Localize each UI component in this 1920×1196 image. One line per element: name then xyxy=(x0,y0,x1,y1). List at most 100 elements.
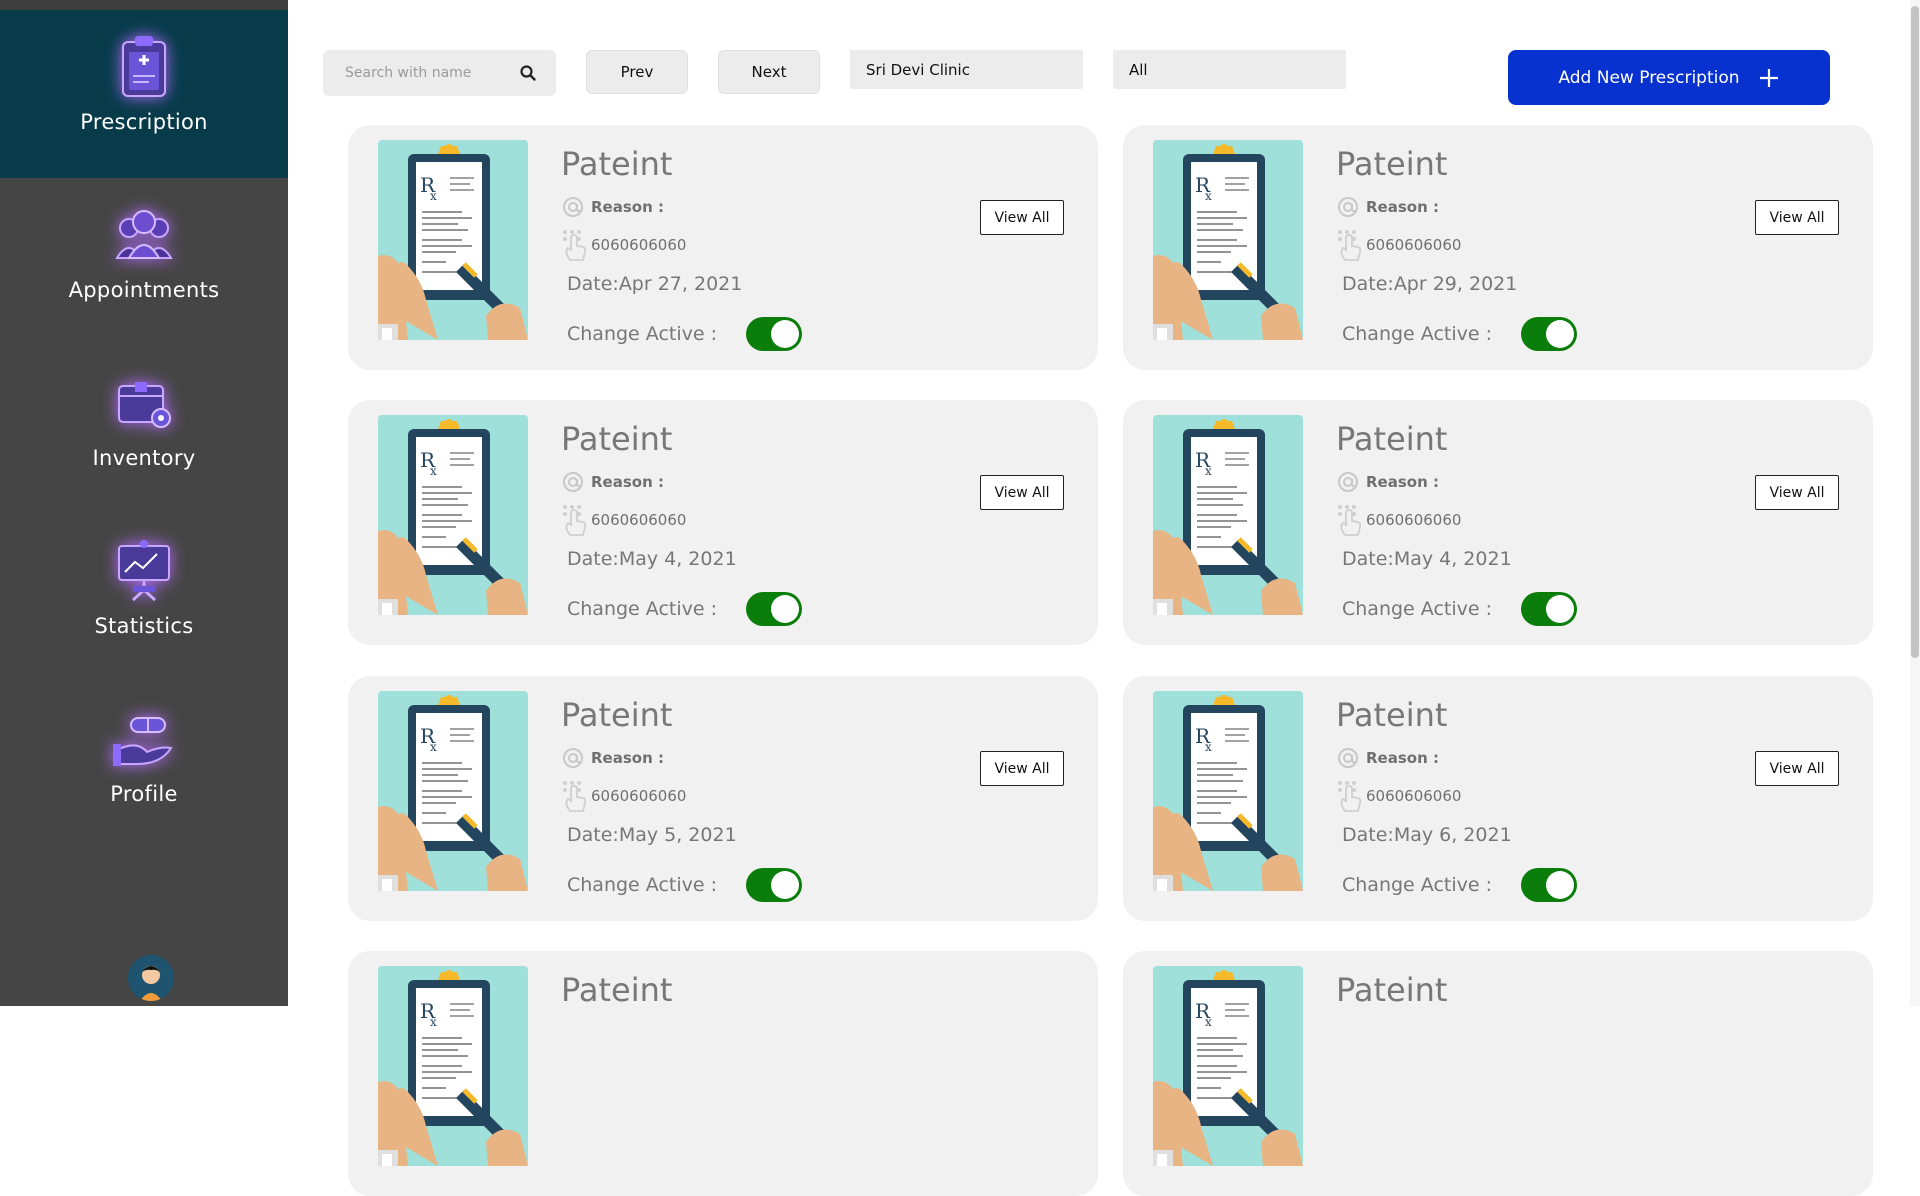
clinic-select[interactable]: Sri Devi Clinic xyxy=(850,50,1083,89)
patient-name: Pateint xyxy=(1336,971,1448,1009)
reason-row: Reason : xyxy=(1336,470,1439,494)
at-sign-icon xyxy=(1338,748,1358,768)
change-active-label: Change Active : xyxy=(1342,323,1492,345)
toggle-knob xyxy=(1546,595,1574,623)
touch-dial-icon xyxy=(1338,505,1362,536)
search-box[interactable] xyxy=(323,50,556,96)
active-toggle[interactable] xyxy=(746,868,802,902)
sidebar-item-label: Statistics xyxy=(94,614,194,638)
view-all-button[interactable]: View All xyxy=(1755,200,1839,235)
active-toggle[interactable] xyxy=(1521,868,1577,902)
touch-dial-icon xyxy=(1338,781,1362,812)
reason-label: Reason : xyxy=(1366,198,1439,216)
touch-dial-icon xyxy=(563,781,587,812)
sidebar-item-appointments[interactable]: Appointments xyxy=(0,178,288,346)
toggle-knob xyxy=(771,320,799,348)
reason-label: Reason : xyxy=(1366,473,1439,491)
prescription-date: Date:May 4, 2021 xyxy=(1342,548,1512,570)
toggle-knob xyxy=(771,871,799,899)
prescription-thumbnail xyxy=(378,140,528,340)
sidebar-item-inventory[interactable]: Inventory xyxy=(0,346,288,514)
active-toggle[interactable] xyxy=(1521,317,1577,351)
phone-row: 6060606060 xyxy=(1336,503,1461,537)
phone-row: 6060606060 xyxy=(561,503,686,537)
toggle-knob xyxy=(771,595,799,623)
presentation-board-icon xyxy=(118,540,170,602)
view-all-button[interactable]: View All xyxy=(980,751,1064,786)
reason-label: Reason : xyxy=(591,749,664,767)
prescription-card: Pateint Reason : 6060606060 Date:May 6, 202… xyxy=(1123,676,1873,921)
search-input[interactable] xyxy=(345,65,525,81)
reason-row: Reason : xyxy=(1336,746,1439,770)
sidebar-item-statistics[interactable]: Statistics xyxy=(0,514,288,682)
prescription-thumbnail xyxy=(378,691,528,891)
touch-dial-icon xyxy=(563,505,587,536)
prescription-thumbnail xyxy=(378,415,528,615)
avatar[interactable] xyxy=(128,955,174,1001)
change-active-label: Change Active : xyxy=(567,874,717,896)
patient-name: Pateint xyxy=(561,971,673,1009)
prescription-card: Pateint Reason : 6060606060 Date:May 4, 202… xyxy=(1123,400,1873,645)
people-icon xyxy=(115,210,173,259)
sidebar-item-profile[interactable]: Profile xyxy=(0,682,288,850)
view-all-button[interactable]: View All xyxy=(1755,475,1839,510)
active-toggle[interactable] xyxy=(746,592,802,626)
sidebar-item-label: Appointments xyxy=(68,278,220,302)
prev-button[interactable]: Prev xyxy=(586,50,688,94)
prescription-card: Pateint Reason : 6060606060 Date:May 5, 202… xyxy=(348,676,1098,921)
clipboard-icon xyxy=(122,36,166,97)
change-active-label: Change Active : xyxy=(567,323,717,345)
patient-name: Pateint xyxy=(561,696,673,734)
user-avatar-icon xyxy=(128,955,174,1001)
prescription-date: Date:May 6, 2021 xyxy=(1342,824,1512,846)
prescription-thumbnail xyxy=(1153,415,1303,615)
prescription-date: Date:May 4, 2021 xyxy=(567,548,737,570)
next-button[interactable]: Next xyxy=(718,50,820,94)
prescription-date: Date:May 5, 2021 xyxy=(567,824,737,846)
prescription-card: Pateint xyxy=(1123,951,1873,1196)
reason-label: Reason : xyxy=(591,473,664,491)
view-all-button[interactable]: View All xyxy=(980,475,1064,510)
patient-name: Pateint xyxy=(1336,145,1448,183)
view-all-button[interactable]: View All xyxy=(980,200,1064,235)
at-sign-icon xyxy=(1338,472,1358,492)
active-toggle[interactable] xyxy=(746,317,802,351)
hand-pills-icon xyxy=(113,717,173,766)
status-select[interactable]: All xyxy=(1113,50,1346,89)
scrollbar-thumb[interactable] xyxy=(1911,6,1919,658)
add-prescription-label: Add New Prescription xyxy=(1558,67,1740,88)
sidebar-item-label: Prescription xyxy=(80,110,208,134)
patient-name: Pateint xyxy=(1336,420,1448,458)
prescription-thumbnail xyxy=(378,966,528,1166)
sidebar-item-label: Profile xyxy=(110,782,178,806)
active-toggle[interactable] xyxy=(1521,592,1577,626)
at-sign-icon xyxy=(1338,197,1358,217)
sidebar-item-prescription[interactable]: Prescription xyxy=(0,10,288,178)
plus-icon xyxy=(1759,68,1778,87)
phone-number: 6060606060 xyxy=(591,236,687,254)
prescription-thumbnail xyxy=(1153,691,1303,891)
phone-row: 6060606060 xyxy=(561,779,686,813)
at-sign-icon xyxy=(563,748,583,768)
change-active-label: Change Active : xyxy=(567,598,717,620)
phone-number: 6060606060 xyxy=(591,511,687,529)
at-sign-icon xyxy=(563,197,583,217)
reason-row: Reason : xyxy=(561,470,664,494)
at-sign-icon xyxy=(563,472,583,492)
sidebar-top-strip xyxy=(0,0,288,10)
patient-name: Pateint xyxy=(561,145,673,183)
patient-name: Pateint xyxy=(1336,696,1448,734)
prescription-card: Pateint Reason : 6060606060 Date:Apr 27, 20… xyxy=(348,125,1098,370)
add-prescription-button[interactable]: Add New Prescription xyxy=(1508,50,1830,105)
prescription-date: Date:Apr 29, 2021 xyxy=(1342,273,1518,295)
view-all-button[interactable]: View All xyxy=(1755,751,1839,786)
scrollbar[interactable] xyxy=(1910,0,1920,1006)
search-icon[interactable] xyxy=(519,64,537,82)
phone-number: 6060606060 xyxy=(591,787,687,805)
reason-row: Reason : xyxy=(561,195,664,219)
phone-number: 6060606060 xyxy=(1366,236,1462,254)
change-active-label: Change Active : xyxy=(1342,874,1492,896)
reason-label: Reason : xyxy=(1366,749,1439,767)
phone-row: 6060606060 xyxy=(1336,779,1461,813)
patient-name: Pateint xyxy=(561,420,673,458)
